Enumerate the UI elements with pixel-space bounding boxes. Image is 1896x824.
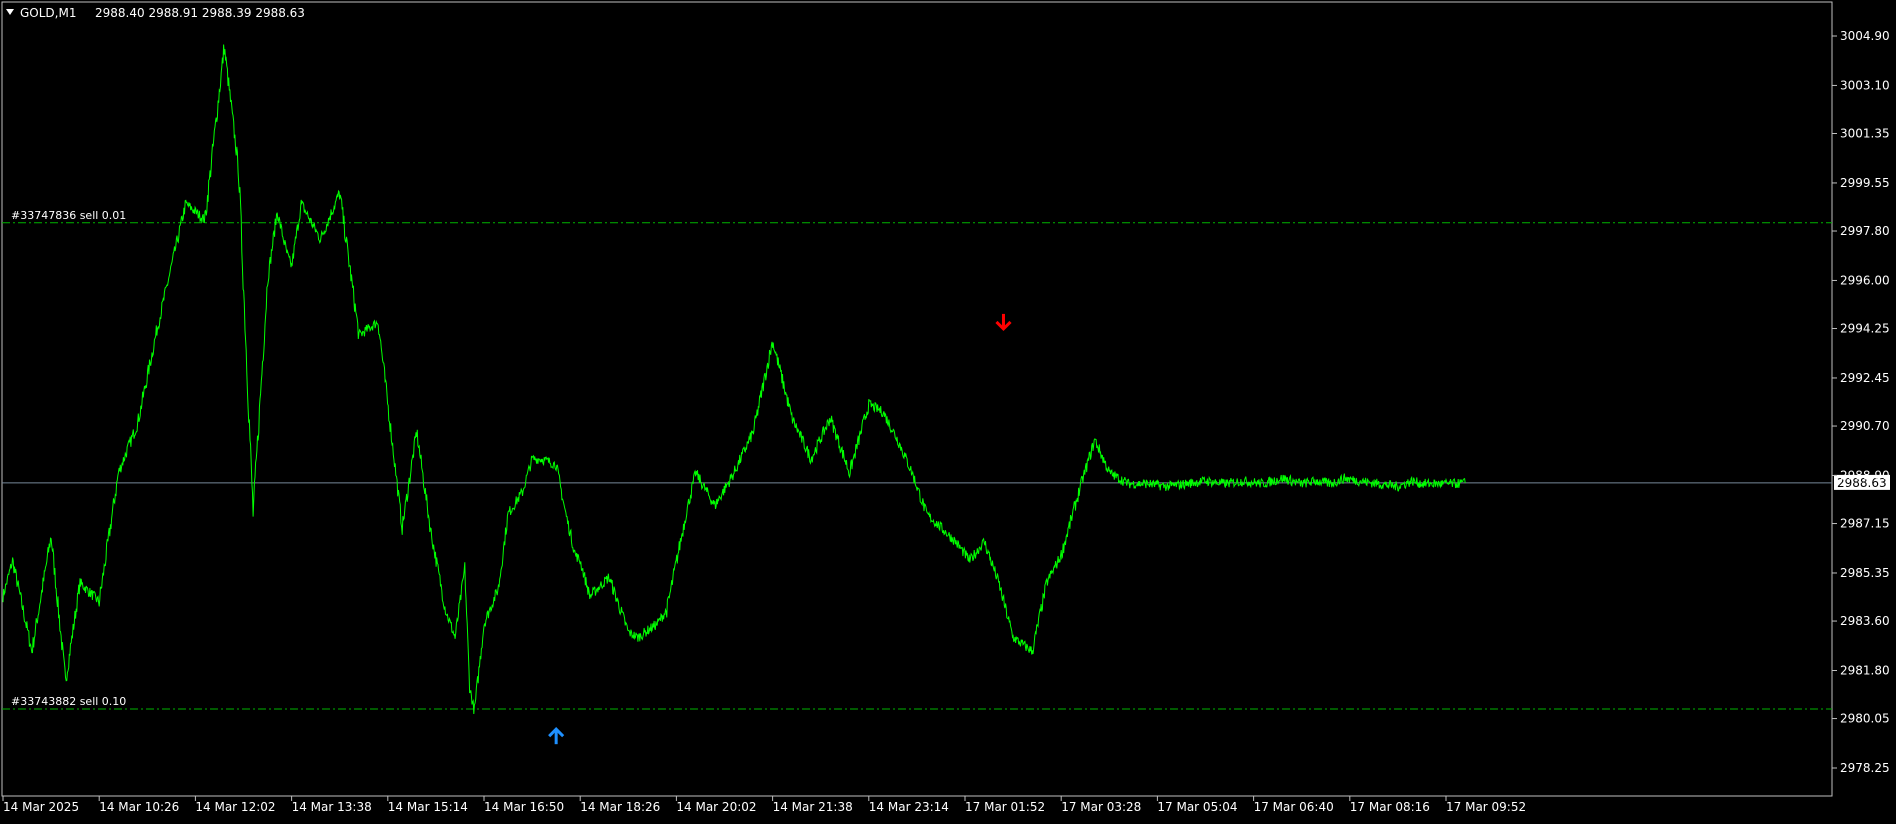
y-tick-label: 3004.90	[1840, 29, 1890, 43]
x-tick-label: 17 Mar 01:52	[965, 800, 1045, 814]
ohlc-values: 2988.40 2988.91 2988.39 2988.63	[95, 6, 305, 20]
x-tick-label: 14 Mar 15:14	[388, 800, 468, 814]
chart-window[interactable]: #33747836 sell 0.01 #33743882 sell 0.10 2…	[0, 0, 1896, 820]
y-tick-label: 2996.00	[1840, 273, 1890, 287]
y-tick-label: 2994.25	[1840, 322, 1890, 336]
x-tick-label: 14 Mar 16:50	[484, 800, 564, 814]
x-tick-label: 17 Mar 05:04	[1157, 800, 1237, 814]
x-tick-label: 14 Mar 13:38	[292, 800, 372, 814]
y-tick-label: 2980.05	[1840, 712, 1890, 726]
x-tick-label: 17 Mar 06:40	[1254, 800, 1334, 814]
x-tick-label: 14 Mar 10:26	[99, 800, 179, 814]
x-tick-label: 17 Mar 03:28	[1061, 800, 1141, 814]
x-tick-label: 14 Mar 23:14	[869, 800, 949, 814]
y-tick-label: 2987.15	[1840, 517, 1890, 531]
y-tick-label: 3001.35	[1840, 127, 1890, 141]
y-tick-label: 2985.35	[1840, 566, 1890, 580]
x-tick-label: 17 Mar 09:52	[1446, 800, 1526, 814]
y-tick-label: 2992.45	[1840, 371, 1890, 385]
x-tick-label: 14 Mar 18:26	[580, 800, 660, 814]
x-tick-label: 14 Mar 20:02	[676, 800, 756, 814]
symbol-label: GOLD,M1	[20, 6, 76, 20]
chart-header: GOLD,M1 2988.40 2988.91 2988.39 2988.63	[6, 6, 305, 20]
chart-background	[0, 0, 1896, 820]
y-tick-label: 3003.10	[1840, 78, 1890, 92]
y-tick-label: 2990.70	[1840, 419, 1890, 433]
y-tick-label: 2978.25	[1840, 761, 1890, 775]
order-line-label: #33747836 sell 0.01	[11, 209, 126, 222]
price-chart[interactable]: #33747836 sell 0.01 #33743882 sell 0.10 2…	[0, 0, 1896, 820]
x-tick-label: 14 Mar 21:38	[773, 800, 853, 814]
x-tick-label: 17 Mar 08:16	[1350, 800, 1430, 814]
y-tick-label: 2988.90	[1840, 468, 1890, 482]
y-tick-label: 2983.60	[1840, 614, 1890, 628]
y-tick-label: 2999.55	[1840, 176, 1890, 190]
x-tick-label: 14 Mar 12:02	[195, 800, 275, 814]
y-tick-label: 2997.80	[1840, 224, 1890, 238]
order-line-label: #33743882 sell 0.10	[11, 695, 126, 708]
x-tick-label: 14 Mar 2025	[3, 800, 79, 814]
y-tick-label: 2981.80	[1840, 663, 1890, 677]
